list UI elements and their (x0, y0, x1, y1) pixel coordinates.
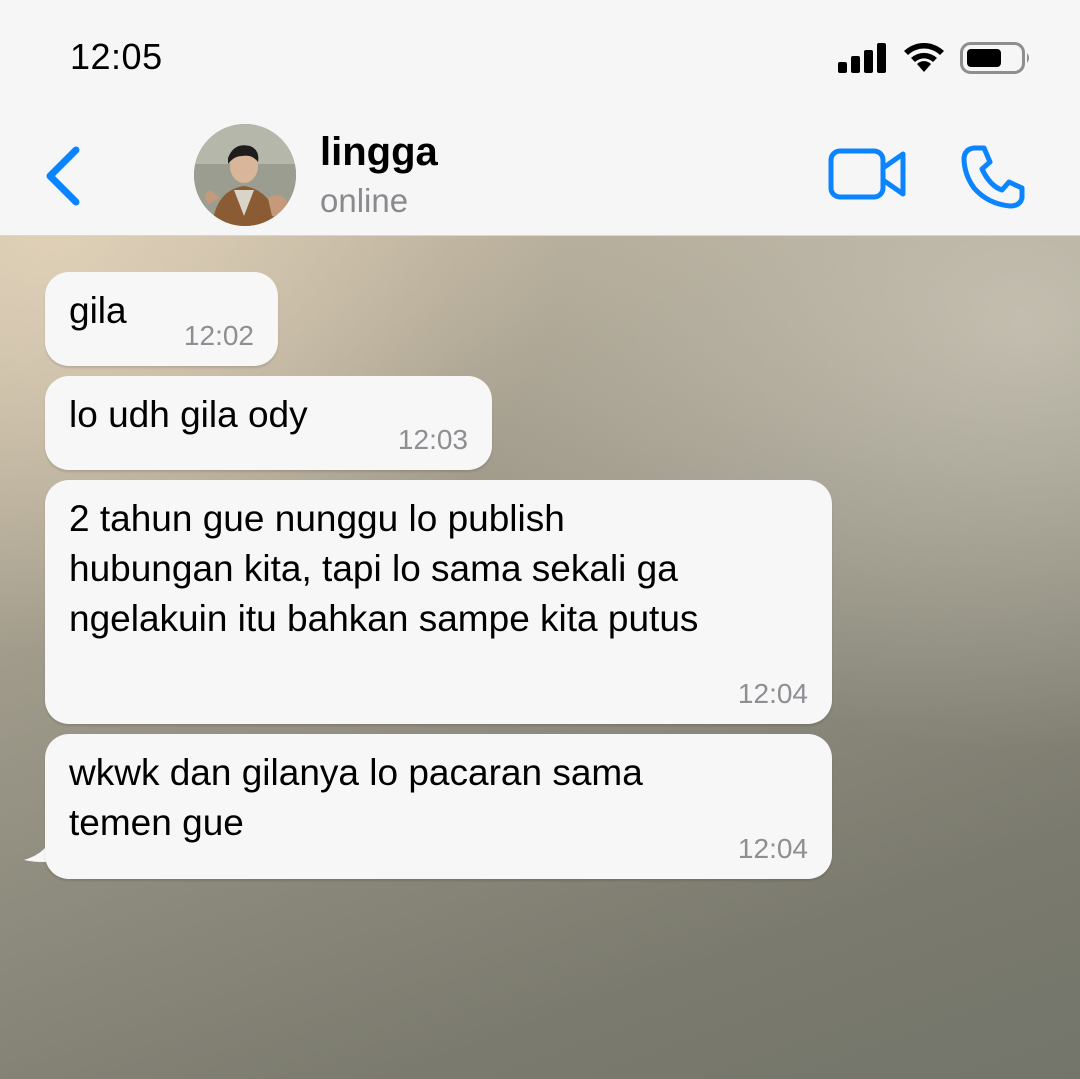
message-time: 12:02 (183, 320, 254, 351)
back-button[interactable] (38, 144, 88, 208)
message-time: 12:04 (737, 833, 808, 864)
message-bubble[interactable]: wkwk dan gilanya lo pacaran sama temen g… (45, 734, 832, 879)
signal-icon (838, 43, 886, 73)
contact-name[interactable]: lingga (320, 130, 438, 175)
video-call-button[interactable] (828, 146, 908, 202)
message-text: wkwk dan gilanya lo pacaran sama temen g… (69, 752, 643, 843)
message-text: 2 tahun gue nunggu lo publish hubungan k… (69, 498, 699, 639)
message-bubble[interactable]: gila 12:02 (45, 272, 278, 366)
message-text: lo udh gila ody (69, 394, 308, 435)
phone-icon (961, 145, 1025, 209)
message-bubble[interactable]: lo udh gila ody 12:03 (45, 376, 492, 470)
status-icons (838, 38, 1032, 78)
avatar[interactable] (194, 124, 296, 226)
chat-header: lingga online (0, 110, 1080, 236)
battery-icon (960, 42, 1029, 74)
wifi-icon (904, 43, 944, 72)
message-text: gila (69, 290, 127, 331)
voice-call-button[interactable] (960, 144, 1026, 210)
message-time: 12:04 (737, 678, 808, 709)
chat-area[interactable]: gila 12:02 lo udh gila ody 12:03 2 tahun… (0, 236, 1080, 1079)
chevron-left-icon (46, 146, 80, 206)
profile-photo (194, 124, 296, 226)
video-camera-icon (828, 148, 906, 200)
contact-status: online (320, 182, 409, 219)
status-time: 12:05 (70, 36, 163, 77)
status-bar: 12:05 (0, 0, 1080, 110)
message-bubble[interactable]: 2 tahun gue nunggu lo publish hubungan k… (45, 480, 832, 724)
message-time: 12:03 (397, 424, 468, 455)
